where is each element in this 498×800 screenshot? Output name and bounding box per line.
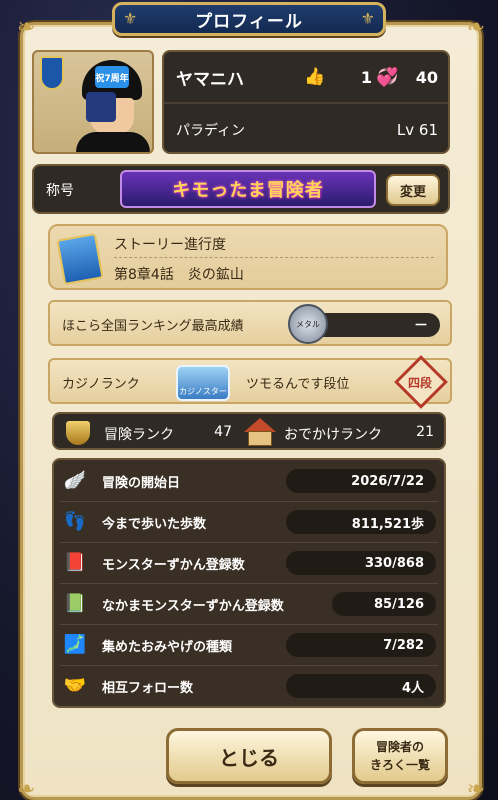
divider [114, 257, 434, 258]
anniversary-badge: 祝7周年 [95, 66, 129, 88]
records-line2: きろく一覧 [369, 758, 430, 772]
stat-row: 📗 なかまモンスターずかん登録数 85/126 [54, 583, 444, 624]
shield-icon [66, 421, 90, 445]
character-body [76, 132, 150, 152]
corner-ornament-icon: ❧ [17, 777, 36, 800]
outing-rank-value: 21 [416, 424, 434, 440]
adventure-rank-label: 冒険ランク [104, 427, 174, 443]
stat-value: 811,521歩 [286, 510, 436, 534]
japan-map-icon: 🗾 [63, 633, 87, 655]
outing-rank-label: おでかけランク [284, 427, 382, 443]
medal-text: メタル [296, 319, 320, 329]
stats-panel: 🪽 冒険の開始日 2026/7/22 👣 今まで歩いた歩数 811,521歩 📕… [52, 458, 446, 708]
stat-value: 330/868 [286, 551, 436, 575]
fleur-icon: ⚜ [360, 9, 375, 28]
character-hair [86, 92, 116, 122]
title-banner-text: キモったま冒険者 [172, 180, 324, 201]
change-title-button[interactable]: 変更 [386, 174, 440, 206]
story-progress-card: ストーリー進行度 第8章4話 炎の鉱山 [48, 224, 448, 290]
casino-badge-text: カジノスター [179, 387, 227, 396]
player-name: ヤマニハ [176, 69, 244, 90]
stat-row: 🪽 冒険の開始日 2026/7/22 [54, 460, 444, 501]
stat-value: 4人 [286, 674, 436, 698]
adventure-rank-value: 47 [214, 424, 232, 440]
hearts-icon: 💞 [376, 66, 399, 88]
player-level: Lv 61 [396, 121, 438, 139]
fleur-icon: ⚜ [123, 9, 138, 28]
corner-ornament-icon: ❧ [466, 15, 485, 40]
stat-label: モンスターずかん登録数 [102, 558, 245, 573]
dan-rank-text: 四段 [407, 376, 432, 390]
stat-label: 今まで歩いた歩数 [102, 517, 207, 532]
stat-value: 7/282 [286, 633, 436, 657]
player-avatar[interactable]: 祝7周年 [32, 50, 154, 154]
stat-label: 相互フォロー数 [102, 681, 194, 696]
player-job: パラディン [176, 123, 246, 139]
house-icon [244, 418, 276, 446]
adventurer-records-button[interactable]: 冒険者の きろく一覧 [352, 728, 448, 784]
stat-row: 📕 モンスターずかん登録数 330/868 [54, 542, 444, 583]
corner-ornament-icon: ❧ [466, 777, 485, 800]
corner-ornament-icon: ❧ [17, 15, 36, 40]
title-label: 称号 [46, 183, 74, 199]
hearts-count: 40 [415, 67, 438, 87]
rank-bar: 冒険ランク 47 おでかけランク 21 [52, 412, 446, 450]
stat-value: 85/126 [332, 592, 436, 616]
stat-row: 👣 今まで歩いた歩数 811,521歩 [54, 501, 444, 542]
casino-label: カジノランク [62, 377, 140, 392]
ally-book-icon: 📗 [63, 592, 87, 614]
footprints-icon: 👣 [63, 510, 87, 532]
thumbs-up-icon: 👍 [304, 67, 326, 87]
stat-value: 2026/7/22 [286, 469, 436, 493]
stat-label: 冒険の開始日 [102, 476, 181, 491]
title-banner: キモったま冒険者 [120, 170, 376, 208]
hokora-ranking-scroll: ほこら全国ランキング最高成績 － メタル [48, 300, 452, 346]
stat-label: 集めたおみやげの種類 [102, 640, 233, 655]
monster-book-icon: 📕 [63, 551, 87, 573]
title-box: 称号 キモったま冒険者 変更 [32, 164, 450, 214]
casino-rank-name: ツモるんです段位 [246, 377, 350, 392]
likes-count: 1 [360, 67, 372, 87]
casino-rank-scroll: カジノランク カジノスター ツモるんです段位 四段 [48, 355, 452, 409]
story-chapter: 第8章4話 炎の鉱山 [114, 267, 244, 283]
metal-medal-icon: メタル [288, 304, 328, 344]
stat-label: なかまモンスターずかん登録数 [102, 599, 284, 614]
stat-row: 🗾 集めたおみやげの種類 7/282 [54, 624, 444, 665]
story-heading: ストーリー進行度 [114, 237, 226, 253]
player-info-box: ヤマニハ 👍 1 💞 40 パラディン Lv 61 [162, 50, 450, 154]
wing-icon: 🪽 [63, 469, 87, 491]
stat-row: 🤝 相互フォロー数 4人 [54, 665, 444, 706]
records-line1: 冒険者の [375, 740, 424, 754]
handshake-icon: 🤝 [63, 674, 87, 696]
story-book-icon [56, 232, 104, 286]
window-title-bar: ⚜ プロフィール ⚜ [112, 2, 386, 36]
hokora-label: ほこら全国ランキング最高成績 [62, 319, 244, 334]
window-title: プロフィール [195, 11, 303, 32]
casino-star-icon: カジノスター [176, 365, 230, 401]
guild-emblem-icon [40, 56, 64, 90]
close-button[interactable]: とじる [166, 728, 332, 784]
